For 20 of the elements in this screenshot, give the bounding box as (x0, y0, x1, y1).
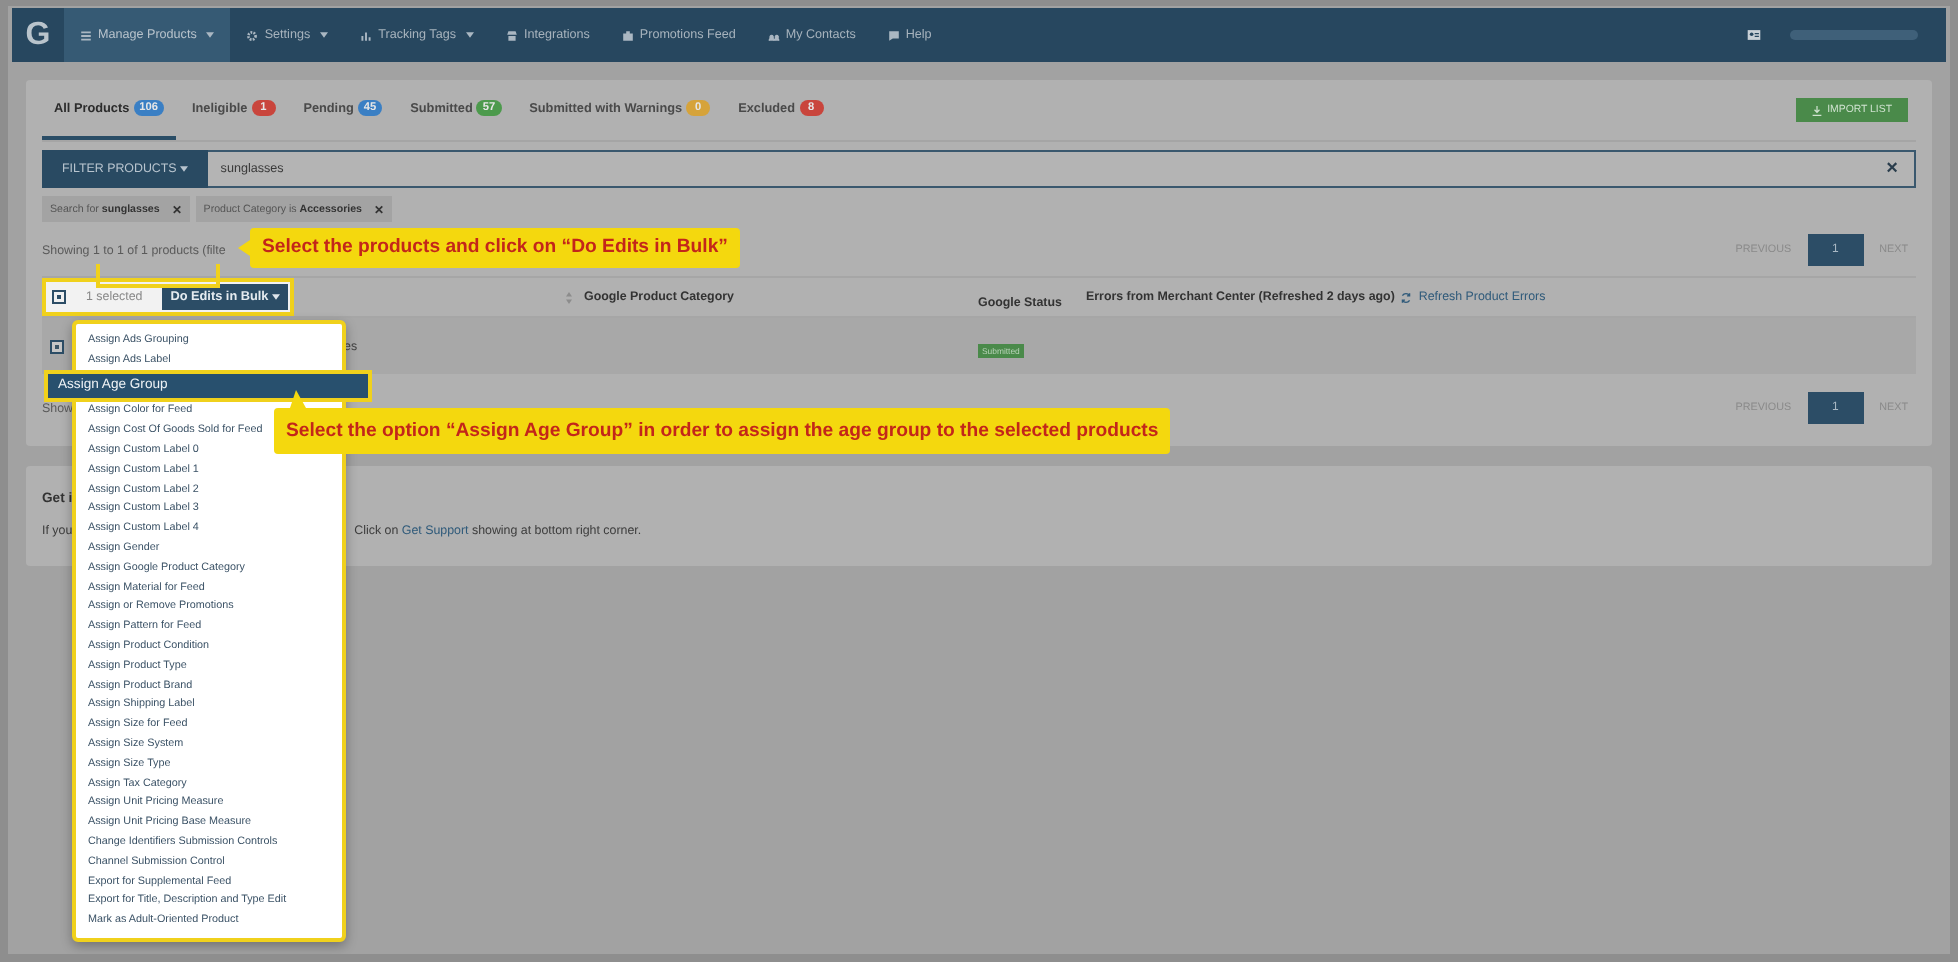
id-card-icon[interactable] (1746, 28, 1762, 42)
people-icon (767, 29, 780, 41)
chat-icon (887, 29, 900, 41)
gear-icon (246, 29, 259, 41)
checkbox[interactable] (50, 339, 64, 353)
caret-icon (180, 166, 189, 172)
caret-icon (272, 294, 281, 300)
store-icon (505, 29, 518, 41)
refresh-icon[interactable] (1400, 291, 1413, 303)
logo[interactable]: G (12, 17, 64, 53)
briefcase-icon (621, 29, 634, 41)
callout-pointer (290, 390, 306, 408)
list-icon (80, 29, 92, 41)
clear-button[interactable]: × (1870, 150, 1916, 188)
bar-chart-icon (360, 29, 373, 41)
checkbox[interactable] (52, 290, 66, 304)
download-icon (1811, 105, 1822, 115)
callout-tooltip: Select the option “Assign Age Group” in order to assign the age group to the selected products (274, 408, 1171, 454)
callout-tooltip: Select the products and click on “Do Edits in Bulk” (250, 228, 740, 268)
callout-pointer (238, 240, 250, 256)
